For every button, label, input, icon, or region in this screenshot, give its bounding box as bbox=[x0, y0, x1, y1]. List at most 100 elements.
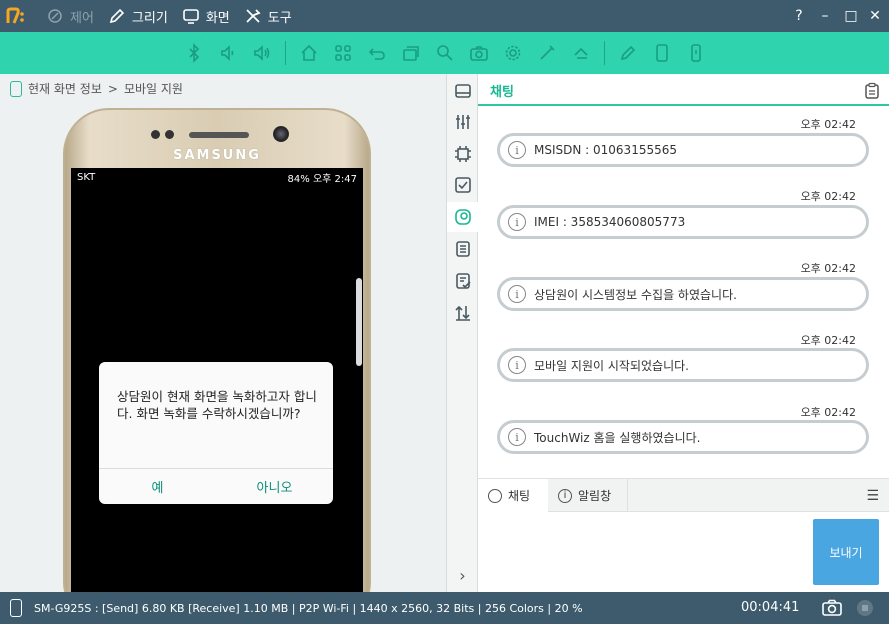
menu-control[interactable]: 제어 bbox=[46, 7, 94, 26]
menu-tools-label: 도구 bbox=[267, 10, 292, 26]
brush-icon[interactable] bbox=[530, 36, 564, 70]
pen-edit-icon[interactable] bbox=[611, 36, 645, 70]
status-bar: SM-G925S : [Send] 6.80 KB [Receive] 1.10… bbox=[0, 592, 889, 624]
chip-icon[interactable] bbox=[447, 139, 478, 169]
tab-chat-label: 채팅 bbox=[508, 489, 531, 503]
system-message: i 모바일 지원이 시작되었습니다. bbox=[497, 348, 869, 382]
sensor-dot bbox=[165, 130, 174, 139]
breadcrumb: 현재 화면 정보 > 모바일 지원 bbox=[10, 80, 183, 97]
tab-chat[interactable]: 채팅 bbox=[478, 479, 548, 512]
toolbar-separator bbox=[284, 41, 286, 65]
breadcrumb-root[interactable]: 현재 화면 정보 bbox=[28, 80, 102, 97]
message-text: 모바일 지원이 시작되었습니다. bbox=[534, 358, 689, 373]
maximize-button[interactable]: □ bbox=[838, 0, 864, 32]
record-stop-icon[interactable] bbox=[853, 596, 877, 620]
camera-icon[interactable] bbox=[462, 36, 496, 70]
chat-panel: 채팅 오후 02:42 i MSISDN : 01063155565 오후 02… bbox=[478, 74, 889, 592]
device-statusbar: SKT 84% 오후 2:47 bbox=[71, 168, 363, 186]
breadcrumb-separator: > bbox=[107, 81, 118, 96]
message-time: 오후 02:42 bbox=[800, 334, 856, 347]
device-frame: SAMSUNG SKT 84% 오후 2:47 bbox=[63, 108, 371, 592]
menu-draw-label: 그리기 bbox=[131, 10, 168, 26]
tab-notifications-label: 알림창 bbox=[578, 489, 612, 503]
message-time: 오후 02:42 bbox=[800, 118, 856, 131]
chat-tab-icon bbox=[488, 488, 502, 503]
front-camera bbox=[273, 126, 289, 142]
tab-notifications[interactable]: i 알림창 bbox=[548, 479, 628, 512]
dialog-no-button[interactable]: 아니오 bbox=[216, 468, 333, 504]
minimize-button[interactable]: – bbox=[812, 0, 838, 32]
help-button[interactable]: ? bbox=[786, 0, 812, 32]
document-check-icon[interactable] bbox=[447, 266, 478, 296]
control-icon bbox=[48, 9, 62, 23]
menu-tools[interactable]: 도구 bbox=[244, 7, 292, 26]
checkbox-icon[interactable] bbox=[447, 170, 478, 200]
menu-icon[interactable]: ☰ bbox=[866, 488, 879, 504]
info-icon: i bbox=[508, 285, 526, 303]
volume-down-icon[interactable] bbox=[211, 36, 245, 70]
dialog-message: 상담원이 현재 화면을 녹화하고자 합니다. 화면 녹화를 수락하시겠습니까? bbox=[117, 389, 317, 421]
menu-control-label: 제어 bbox=[70, 10, 94, 26]
device-brand: SAMSUNG bbox=[173, 148, 261, 163]
recent-apps-icon[interactable] bbox=[394, 36, 428, 70]
message-text: TouchWiz 홈을 실행하였습니다. bbox=[534, 430, 701, 445]
record-consent-dialog: 상담원이 현재 화면을 녹화하고자 합니다. 화면 녹화를 수락하시겠습니까? … bbox=[99, 362, 333, 504]
chat-header: 채팅 bbox=[478, 74, 889, 106]
session-timer: 00:04:41 bbox=[741, 600, 800, 615]
apps-icon[interactable] bbox=[326, 36, 360, 70]
device-side-button bbox=[356, 278, 362, 366]
system-message: i IMEI : 358534060805773 bbox=[497, 205, 869, 239]
close-button[interactable]: ✕ bbox=[862, 0, 888, 32]
pen-icon bbox=[109, 8, 125, 24]
monitor-icon bbox=[183, 9, 199, 24]
dialog-yes-button[interactable]: 예 bbox=[99, 468, 216, 504]
toolbar-separator bbox=[603, 41, 605, 65]
message-text: 상담원이 시스템정보 수집을 하였습니다. bbox=[534, 287, 737, 302]
message-time: 오후 02:42 bbox=[800, 406, 856, 419]
menu-screen[interactable]: 화면 bbox=[182, 7, 230, 26]
system-message: i MSISDN : 01063155565 bbox=[497, 133, 869, 167]
device-top: SAMSUNG bbox=[65, 110, 369, 168]
title-bar: 제어 그리기 화면 도구 ? – □ ✕ bbox=[0, 0, 889, 32]
settings-icon[interactable] bbox=[496, 36, 530, 70]
chat-bubble-icon[interactable] bbox=[447, 202, 478, 232]
chat-tabs: 채팅 i 알림창 ☰ bbox=[478, 478, 889, 512]
menu-draw[interactable]: 그리기 bbox=[108, 7, 168, 26]
speaker-grille bbox=[189, 132, 249, 138]
document-icon[interactable] bbox=[447, 234, 478, 264]
info-icon: i bbox=[508, 141, 526, 159]
chat-title: 채팅 bbox=[490, 85, 514, 100]
bluetooth-off-icon[interactable] bbox=[177, 36, 211, 70]
volume-up-icon[interactable] bbox=[245, 36, 279, 70]
message-time: 오후 02:42 bbox=[800, 262, 856, 275]
home-icon[interactable] bbox=[292, 36, 326, 70]
info-icon: i bbox=[508, 356, 526, 374]
info-icon: i bbox=[508, 428, 526, 446]
menu-screen-label: 화면 bbox=[205, 10, 230, 26]
transfer-icon[interactable] bbox=[447, 298, 478, 328]
expand-chevron-icon[interactable]: › bbox=[447, 560, 478, 590]
info-icon: i bbox=[508, 213, 526, 231]
eraser-icon[interactable] bbox=[564, 36, 598, 70]
toolbar bbox=[0, 32, 889, 74]
phone-vibrate-icon[interactable] bbox=[679, 36, 713, 70]
phone-icon bbox=[10, 80, 22, 97]
device-icon bbox=[10, 599, 22, 617]
device-panel: 현재 화면 정보 > 모바일 지원 SAMSUNG SKT 84% 오후 2:4… bbox=[0, 74, 446, 592]
app-logo-icon bbox=[0, 0, 32, 32]
message-time: 오후 02:42 bbox=[800, 190, 856, 203]
phone-portrait-icon[interactable] bbox=[645, 36, 679, 70]
carrier-label: SKT bbox=[77, 171, 96, 183]
send-button[interactable]: 보내기 bbox=[813, 519, 879, 585]
tools-icon bbox=[246, 9, 261, 23]
sliders-icon[interactable] bbox=[447, 107, 478, 137]
battery-time-label: 84% 오후 2:47 bbox=[287, 173, 357, 185]
clipboard-icon[interactable] bbox=[864, 82, 880, 100]
message-text: IMEI : 358534060805773 bbox=[534, 215, 686, 229]
search-icon[interactable] bbox=[428, 36, 462, 70]
back-icon[interactable] bbox=[360, 36, 394, 70]
screenshot-camera-icon[interactable] bbox=[820, 596, 844, 620]
sensor-dot bbox=[151, 130, 160, 139]
drive-icon[interactable] bbox=[447, 76, 478, 106]
info-icon: i bbox=[558, 488, 572, 503]
